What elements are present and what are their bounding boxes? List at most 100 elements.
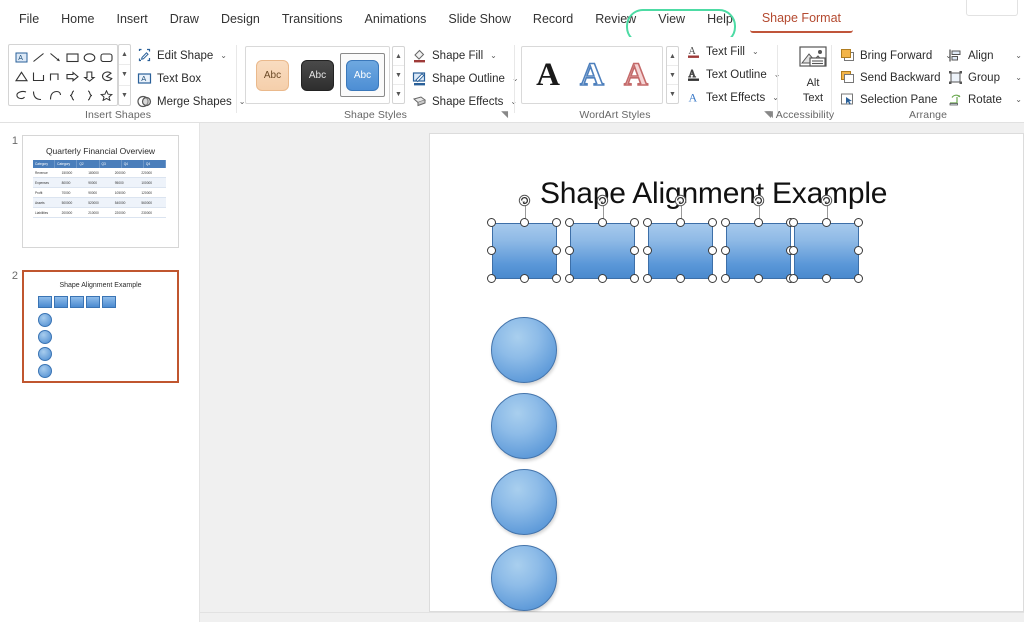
wordart-styles-gallery[interactable]: A A A bbox=[521, 46, 663, 104]
group-button[interactable]: Group ⌄ bbox=[948, 67, 1022, 88]
shape-arrow-line-icon[interactable] bbox=[47, 49, 64, 67]
resize-handle-r3-5[interactable] bbox=[708, 246, 717, 255]
text-fill-button[interactable]: A Text Fill ⌄ bbox=[685, 41, 780, 62]
shape-right-brace-icon[interactable] bbox=[81, 87, 98, 105]
resize-handle-r1-8[interactable] bbox=[552, 274, 561, 283]
shape-circle-4[interactable] bbox=[491, 545, 557, 611]
resize-handle-r1-7[interactable] bbox=[519, 274, 529, 283]
rotation-handle-3[interactable] bbox=[674, 194, 687, 207]
resize-handle-r1-5[interactable] bbox=[552, 246, 561, 255]
shape-elbow-connector-icon[interactable] bbox=[30, 68, 47, 86]
selection-pane-button[interactable]: Selection Pane bbox=[840, 89, 942, 110]
align-chevron-down-icon[interactable]: ⌄ bbox=[1007, 51, 1022, 60]
shape-gallery-scroll-up-icon[interactable]: ▲ bbox=[119, 45, 130, 66]
resize-handle-r1-2[interactable] bbox=[519, 218, 529, 227]
resize-handle-r5-6[interactable] bbox=[789, 274, 798, 283]
shape-rectangle-icon[interactable] bbox=[64, 49, 81, 67]
slide-thumbnail-1-preview[interactable]: Quarterly Financial Overview Category Ca… bbox=[22, 135, 179, 248]
resize-handle-r3-3[interactable] bbox=[708, 218, 717, 227]
resize-handle-r2-7[interactable] bbox=[597, 274, 607, 283]
shape-left-brace-icon[interactable] bbox=[64, 87, 81, 105]
shape-fill-chevron-down-icon[interactable]: ⌄ bbox=[490, 51, 497, 60]
shape-styles-scroll-down-icon[interactable]: ▼ bbox=[393, 66, 404, 85]
resize-handle-r3-7[interactable] bbox=[675, 274, 685, 283]
tab-review[interactable]: Review bbox=[584, 5, 647, 33]
resize-handle-r1-1[interactable] bbox=[487, 218, 496, 227]
resize-handle-r4-4[interactable] bbox=[721, 246, 730, 255]
resize-handle-r5-4[interactable] bbox=[789, 246, 798, 255]
shape-style-thumb-1[interactable]: Abc bbox=[250, 53, 295, 97]
shape-style-thumb-3-selected[interactable]: Abc bbox=[340, 53, 385, 97]
shape-styles-more-icon[interactable]: ▼ bbox=[393, 85, 404, 103]
tab-home[interactable]: Home bbox=[50, 5, 105, 33]
wordart-styles-scrollbar[interactable]: ▲ ▼ ▼ bbox=[666, 46, 679, 104]
shape-scribble-icon[interactable] bbox=[13, 87, 30, 105]
shape-gallery-more-icon[interactable]: ▼ bbox=[119, 86, 130, 105]
tab-view[interactable]: View bbox=[647, 5, 696, 33]
resize-handle-r5-8[interactable] bbox=[854, 274, 863, 283]
wordart-more-icon[interactable]: ▼ bbox=[667, 85, 678, 103]
shape-styles-scrollbar[interactable]: ▲ ▼ ▼ bbox=[392, 46, 405, 104]
shape-style-thumb-2[interactable]: Abc bbox=[295, 53, 340, 97]
group-chevron-down-icon[interactable]: ⌄ bbox=[1007, 73, 1022, 82]
resize-handle-r5-7[interactable] bbox=[821, 274, 831, 283]
resize-handle-r2-4[interactable] bbox=[565, 246, 574, 255]
slide-canvas[interactable]: Shape Alignment Example bbox=[429, 133, 1024, 612]
tab-record[interactable]: Record bbox=[522, 5, 584, 33]
shape-oval-icon[interactable] bbox=[81, 49, 98, 67]
wordart-thumb-2[interactable]: A bbox=[570, 50, 614, 100]
tab-transitions[interactable]: Transitions bbox=[271, 5, 354, 33]
resize-handle-r2-6[interactable] bbox=[565, 274, 574, 283]
text-outline-button[interactable]: A Text Outline ⌄ bbox=[685, 64, 780, 85]
rotate-button[interactable]: Rotate ⌄ bbox=[948, 89, 1022, 110]
shape-rounded-rectangle-icon[interactable] bbox=[98, 49, 115, 67]
text-box-button[interactable]: A Text Box bbox=[136, 68, 246, 89]
resize-handle-r1-6[interactable] bbox=[487, 274, 496, 283]
tab-design[interactable]: Design bbox=[210, 5, 271, 33]
shape-rectangle-3[interactable] bbox=[648, 223, 713, 279]
resize-handle-r5-3[interactable] bbox=[854, 218, 863, 227]
shape-outline-button[interactable]: Shape Outline ⌄ bbox=[411, 68, 519, 89]
wordart-thumb-3[interactable]: A bbox=[614, 50, 658, 100]
shape-line-icon[interactable] bbox=[30, 49, 47, 67]
shape-fill-button[interactable]: Shape Fill ⌄ bbox=[411, 45, 519, 66]
shape-right-arrow-icon[interactable] bbox=[64, 68, 81, 86]
rotation-handle-1[interactable] bbox=[518, 194, 531, 207]
resize-handle-r2-1[interactable] bbox=[565, 218, 574, 227]
resize-handle-r5-1[interactable] bbox=[789, 218, 798, 227]
resize-handle-r1-3[interactable] bbox=[552, 218, 561, 227]
slide-thumbnail-1[interactable]: 1 Quarterly Financial Overview Category … bbox=[4, 135, 179, 248]
rotation-handle-4[interactable] bbox=[752, 194, 765, 207]
tab-file[interactable]: File bbox=[8, 5, 50, 33]
shape-gallery-scroll-down-icon[interactable]: ▼ bbox=[119, 65, 130, 86]
resize-handle-r2-8[interactable] bbox=[630, 274, 639, 283]
resize-handle-r3-6[interactable] bbox=[643, 274, 652, 283]
align-button[interactable]: Align ⌄ bbox=[948, 45, 1022, 66]
resize-handle-r5-5[interactable] bbox=[854, 246, 863, 255]
tab-shape-format[interactable]: Shape Format bbox=[749, 4, 854, 33]
shape-circle-1[interactable] bbox=[491, 317, 557, 383]
accessibility-dialog-launcher-icon[interactable]: ◥ bbox=[766, 109, 773, 120]
shape-styles-scroll-up-icon[interactable]: ▲ bbox=[393, 47, 404, 66]
tab-slide-show[interactable]: Slide Show bbox=[437, 5, 522, 33]
bring-forward-button[interactable]: Bring Forward ⌄ bbox=[840, 45, 952, 66]
resize-handle-r3-4[interactable] bbox=[643, 246, 652, 255]
wordart-scroll-up-icon[interactable]: ▲ bbox=[667, 47, 678, 66]
resize-handle-r4-2[interactable] bbox=[753, 218, 763, 227]
shape-textbox-icon[interactable]: A bbox=[13, 49, 30, 67]
shape-circle-2[interactable] bbox=[491, 393, 557, 459]
shape-rectangle-2[interactable] bbox=[570, 223, 635, 279]
slide-thumbnail-2-preview[interactable]: Shape Alignment Example bbox=[22, 270, 179, 383]
resize-handle-r1-4[interactable] bbox=[487, 246, 496, 255]
tab-animations[interactable]: Animations bbox=[354, 5, 438, 33]
shape-rectangle-4[interactable] bbox=[726, 223, 791, 279]
resize-handle-r3-2[interactable] bbox=[675, 218, 685, 227]
text-effects-button[interactable]: A Text Effects ⌄ bbox=[685, 87, 780, 108]
shape-circle-3[interactable] bbox=[491, 469, 557, 535]
shape-arc-icon[interactable] bbox=[47, 87, 64, 105]
send-backward-button[interactable]: Send Backward ⌄ bbox=[840, 67, 960, 88]
resize-handle-r3-8[interactable] bbox=[708, 274, 717, 283]
resize-handle-r5-2[interactable] bbox=[821, 218, 831, 227]
resize-handle-r2-5[interactable] bbox=[630, 246, 639, 255]
rotate-chevron-down-icon[interactable]: ⌄ bbox=[1007, 95, 1022, 104]
